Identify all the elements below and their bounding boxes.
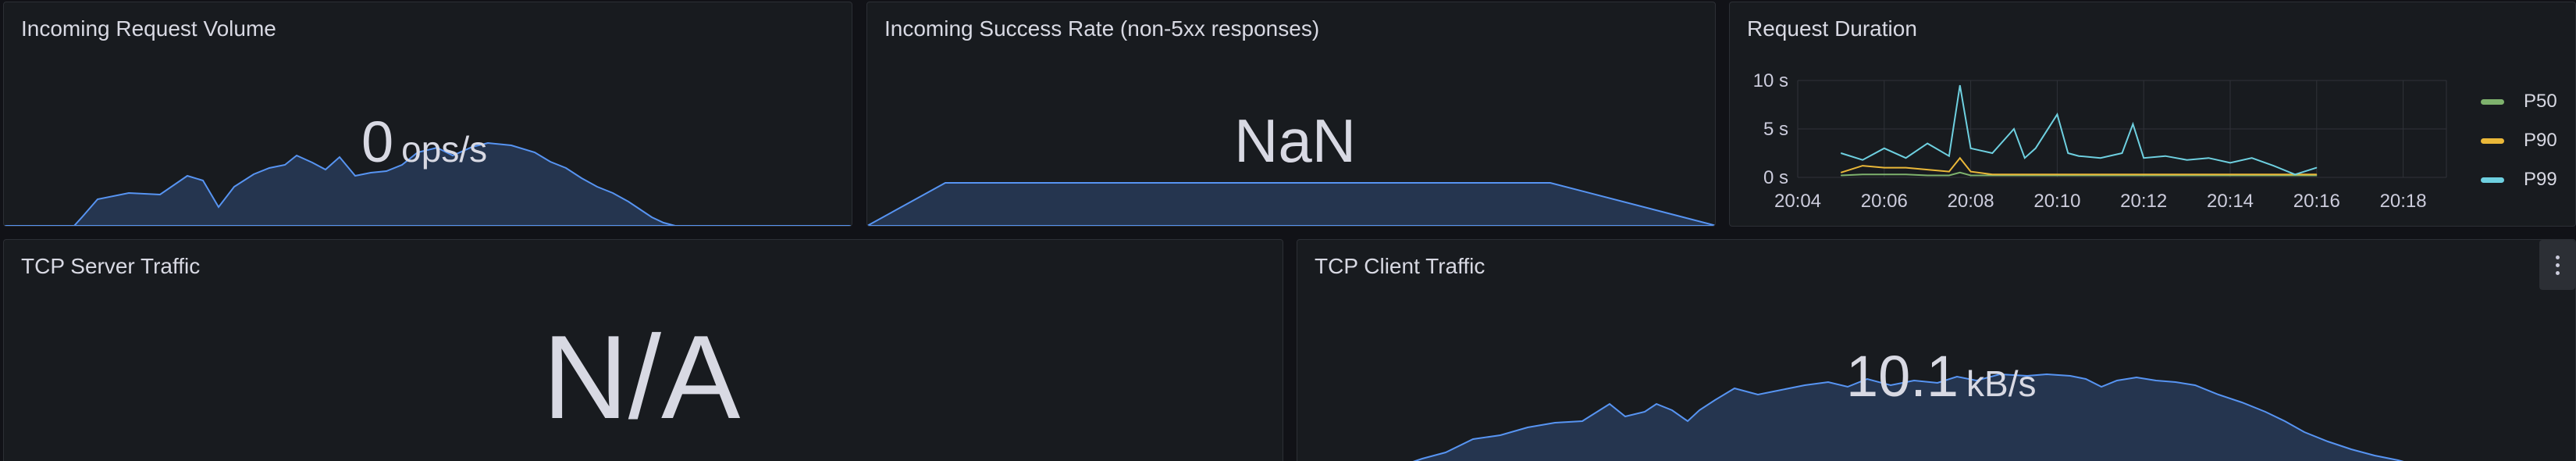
chart-legend: P50 P90 P99 bbox=[2481, 82, 2557, 199]
series-line-p90 bbox=[1841, 156, 2317, 176]
data-point-p90 bbox=[2272, 173, 2274, 175]
data-point-p90 bbox=[2035, 173, 2037, 175]
legend-swatch bbox=[2481, 98, 2504, 105]
data-point-p99 bbox=[1927, 143, 1928, 145]
x-tick-label: 20:08 bbox=[1948, 191, 1994, 212]
x-tick-label: 20:12 bbox=[2120, 191, 2167, 212]
request-duration-chart: 10 s 5 s 0 s 20:04 20:06 20:08 20:10 20:12 20:14… bbox=[1753, 70, 2447, 212]
legend-label: P90 bbox=[2524, 130, 2557, 151]
stat-number: N/A bbox=[543, 311, 741, 444]
data-point-p90 bbox=[1959, 157, 1961, 159]
data-point-p99 bbox=[1959, 84, 1961, 86]
panel-incoming-success-rate[interactable]: Incoming Success Rate (non-5xx responses… bbox=[866, 2, 1716, 227]
data-point-p90 bbox=[2078, 173, 2080, 175]
data-point-p90 bbox=[1991, 173, 1993, 175]
legend-swatch bbox=[2481, 138, 2504, 144]
stat-value: NaN bbox=[1234, 110, 1356, 171]
stat-value: 10.1 kB/s bbox=[1846, 348, 2037, 406]
stat-value: 0 ops/s bbox=[361, 113, 487, 171]
x-tick-label: 20:16 bbox=[2293, 191, 2340, 212]
data-point-p99 bbox=[2067, 152, 2069, 154]
series-line-p99 bbox=[1841, 85, 2318, 176]
stat-unit: kB/s bbox=[1966, 363, 2037, 404]
data-point-p99 bbox=[2294, 173, 2296, 175]
panel-menu-button[interactable] bbox=[2539, 240, 2575, 290]
data-point-p90 bbox=[2100, 173, 2101, 175]
menu-dot-icon bbox=[2555, 263, 2560, 267]
data-point-p50 bbox=[1905, 173, 1906, 175]
data-point-p90 bbox=[2208, 173, 2209, 175]
data-point-p90 bbox=[1948, 171, 1950, 173]
x-tick-label: 20:06 bbox=[1861, 191, 1908, 212]
legend-label: P50 bbox=[2524, 91, 2557, 112]
data-point-p90 bbox=[2251, 173, 2253, 175]
stat-value: N/A bbox=[543, 318, 740, 437]
data-point-p99 bbox=[2100, 157, 2101, 159]
data-point-p50 bbox=[1970, 175, 1972, 177]
data-point-p50 bbox=[1948, 175, 1950, 177]
data-point-p99 bbox=[1905, 157, 1906, 159]
data-point-p99 bbox=[2056, 113, 2058, 115]
legend-swatch bbox=[2481, 177, 2504, 183]
legend-item-p99[interactable]: P99 bbox=[2481, 160, 2557, 199]
panel-title: TCP Client Traffic bbox=[1315, 254, 1485, 278]
panel-incoming-request-volume[interactable]: Incoming Request Volume 0 ops/s bbox=[3, 2, 852, 227]
data-point-p90 bbox=[2024, 173, 2026, 175]
data-point-p99 bbox=[2013, 128, 2015, 130]
menu-dot-icon bbox=[2555, 270, 2560, 275]
data-point-p99 bbox=[1948, 155, 1950, 157]
x-tick-label: 20:14 bbox=[2207, 191, 2254, 212]
panel-tcp-server-traffic[interactable]: TCP Server Traffic N/A bbox=[3, 239, 1283, 461]
legend-item-p50[interactable]: P50 bbox=[2481, 82, 2557, 121]
data-point-p99 bbox=[2316, 167, 2318, 169]
panel-title: Incoming Request Volume bbox=[21, 16, 276, 41]
data-point-p50 bbox=[1959, 172, 1961, 173]
data-point-p99 bbox=[2251, 157, 2253, 159]
panel-tcp-client-traffic[interactable]: TCP Client Traffic 10.1 kB/s bbox=[1297, 239, 2576, 461]
stat-number: NaN bbox=[1234, 106, 1357, 175]
data-point-p90 bbox=[2316, 173, 2318, 175]
y-tick-label: 0 s bbox=[1763, 167, 1788, 188]
data-point-p90 bbox=[2013, 173, 2015, 175]
x-tick-label: 20:18 bbox=[2380, 191, 2427, 212]
x-tick-label: 20:10 bbox=[2033, 191, 2080, 212]
menu-dot-icon bbox=[2555, 255, 2560, 259]
x-tick-label: 20:04 bbox=[1774, 191, 1821, 212]
y-tick-label: 10 s bbox=[1753, 70, 1788, 91]
data-point-p90 bbox=[2056, 173, 2058, 175]
y-tick-label: 5 s bbox=[1763, 119, 1788, 140]
data-point-p90 bbox=[2229, 173, 2231, 175]
data-point-p99 bbox=[1991, 152, 1993, 154]
stat-number: 0 bbox=[361, 109, 394, 174]
data-point-p90 bbox=[1970, 171, 1972, 173]
data-point-p90 bbox=[2186, 173, 2188, 175]
data-point-p99 bbox=[2024, 157, 2026, 159]
stat-number: 10.1 bbox=[1846, 344, 1959, 409]
legend-label: P99 bbox=[2524, 169, 2557, 190]
data-point-p90 bbox=[1905, 167, 1906, 169]
panel-title: TCP Server Traffic bbox=[21, 254, 201, 278]
data-point-p50 bbox=[1927, 175, 1928, 177]
legend-item-p90[interactable]: P90 bbox=[2481, 121, 2557, 160]
data-point-p99 bbox=[2208, 157, 2209, 159]
data-point-p99 bbox=[2186, 159, 2188, 161]
stat-unit: ops/s bbox=[401, 129, 488, 170]
panel-request-duration[interactable]: Request Duration 10 s5 s0 s 20:04 20:06 20:… bbox=[1729, 2, 2576, 227]
data-point-p90 bbox=[2067, 173, 2069, 175]
data-point-p99 bbox=[2078, 155, 2080, 157]
panel-title: Incoming Success Rate (non-5xx responses… bbox=[884, 16, 1320, 41]
